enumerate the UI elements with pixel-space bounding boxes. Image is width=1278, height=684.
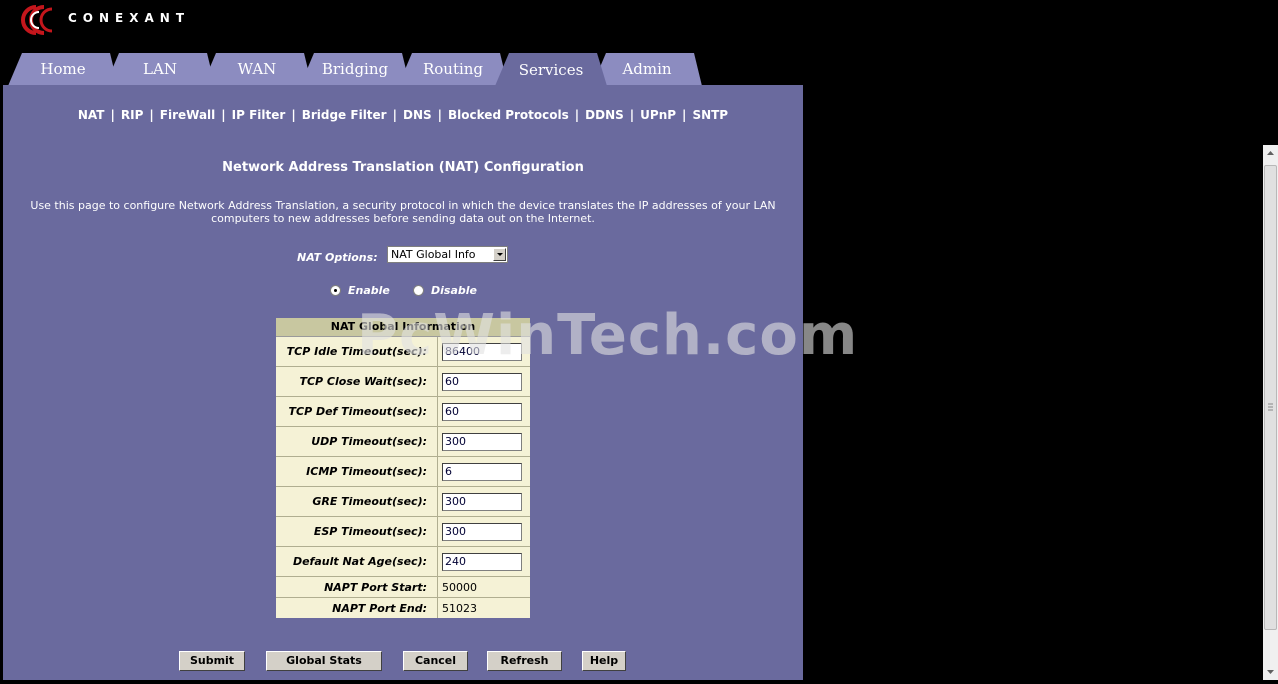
nat-options-select[interactable]: NAT Global Info <box>387 246 508 263</box>
subnav-blocked-protocols[interactable]: Blocked Protocols <box>448 108 569 122</box>
disable-radio-label: Disable <box>431 284 477 297</box>
table-row: NAPT Port Start: 50000 <box>276 577 530 598</box>
tcp-def-timeout-input[interactable] <box>442 402 522 421</box>
main-tab-bar: Home LAN WAN Bridging Routing Admin Serv… <box>0 52 803 86</box>
page-description: Use this page to configure Network Addre… <box>30 199 776 225</box>
subnav-separator: | <box>682 108 687 122</box>
tab-label: LAN <box>143 60 177 78</box>
scroll-down-arrow-icon <box>1267 670 1274 674</box>
subnav-nat[interactable]: NAT <box>78 108 105 122</box>
services-panel: NAT | RIP | FireWall | IP Filter | Bridge Filter… <box>3 85 803 680</box>
tab-wan[interactable]: WAN <box>202 52 312 86</box>
enable-radio[interactable] <box>330 285 341 296</box>
default-nat-age-input[interactable] <box>442 552 522 571</box>
table-row: GRE Timeout(sec): <box>276 487 530 517</box>
tcp-def-timeout-label: TCP Def Timeout(sec): <box>276 397 438 426</box>
napt-port-end-value: 51023 <box>442 601 477 615</box>
nat-options-label: NAT Options: <box>297 251 378 264</box>
gre-timeout-label: GRE Timeout(sec): <box>276 487 438 516</box>
table-row: NAPT Port End: 51023 <box>276 598 530 618</box>
subnav-separator: | <box>629 108 635 122</box>
napt-port-end-label: NAPT Port End: <box>276 598 438 618</box>
subnav-separator: | <box>221 108 226 122</box>
subnav-rip[interactable]: RIP <box>121 108 144 122</box>
subnav-ip-filter[interactable]: IP Filter <box>232 108 286 122</box>
scrollbar-thumb[interactable] <box>1264 165 1277 630</box>
table-row: TCP Idle Timeout(sec): <box>276 337 530 367</box>
tab-label: Bridging <box>321 60 389 78</box>
subnav-ddns[interactable]: DDNS <box>585 108 624 122</box>
subnav-separator: | <box>574 108 580 122</box>
conexant-logo: CONEXANT <box>6 4 236 36</box>
udp-timeout-input[interactable] <box>442 432 522 451</box>
table-row: UDP Timeout(sec): <box>276 427 530 457</box>
tab-label: Services <box>518 61 584 79</box>
cancel-button[interactable]: Cancel <box>403 651 468 671</box>
table-header: NAT Global Information <box>276 318 530 337</box>
subnav-bridge-filter[interactable]: Bridge Filter <box>302 108 387 122</box>
subnav-separator: | <box>291 108 296 122</box>
napt-port-start-label: NAPT Port Start: <box>276 577 438 597</box>
tab-label: Routing <box>422 60 484 78</box>
table-row: Default Nat Age(sec): <box>276 547 530 577</box>
dropdown-arrow-icon <box>493 248 506 261</box>
tab-label: Home <box>40 60 86 78</box>
logo-text: CONEXANT <box>68 11 191 25</box>
help-button[interactable]: Help <box>582 651 626 671</box>
udp-timeout-label: UDP Timeout(sec): <box>276 427 438 456</box>
subnav-separator: | <box>392 108 397 122</box>
tab-services[interactable]: Services <box>495 52 607 86</box>
scroll-up-button[interactable] <box>1263 145 1278 161</box>
subnav-firewall[interactable]: FireWall <box>160 108 216 122</box>
scroll-up-arrow-icon <box>1267 151 1274 155</box>
subnav-separator: | <box>437 108 443 122</box>
table-row: TCP Def Timeout(sec): <box>276 397 530 427</box>
disable-radio[interactable] <box>413 285 424 296</box>
subnav-separator: | <box>110 108 115 122</box>
table-row: ESP Timeout(sec): <box>276 517 530 547</box>
refresh-button[interactable]: Refresh <box>487 651 562 671</box>
esp-timeout-label: ESP Timeout(sec): <box>276 517 438 546</box>
nat-global-info-table: NAT Global Information TCP Idle Timeout(… <box>276 318 530 618</box>
page-title: Network Address Translation (NAT) Config… <box>222 160 584 175</box>
gre-timeout-input[interactable] <box>442 492 522 511</box>
submit-button[interactable]: Submit <box>179 651 245 671</box>
nat-options-selected-value: NAT Global Info <box>391 248 476 261</box>
global-stats-button[interactable]: Global Stats <box>266 651 382 671</box>
default-nat-age-label: Default Nat Age(sec): <box>276 547 438 576</box>
tab-admin[interactable]: Admin <box>592 52 702 86</box>
table-row: ICMP Timeout(sec): <box>276 457 530 487</box>
scroll-down-button[interactable] <box>1263 664 1278 680</box>
subnav-dns[interactable]: DNS <box>403 108 432 122</box>
grip-icon <box>1268 403 1273 411</box>
tcp-idle-timeout-input[interactable] <box>442 342 522 361</box>
conexant-logo-icon <box>21 5 53 35</box>
tcp-close-wait-label: TCP Close Wait(sec): <box>276 367 438 396</box>
subnav-upnp[interactable]: UPnP <box>640 108 676 122</box>
tab-label: WAN <box>237 60 277 78</box>
tab-label: Admin <box>622 60 672 78</box>
tab-routing[interactable]: Routing <box>398 52 508 86</box>
subnav-separator: | <box>149 108 154 122</box>
tab-lan[interactable]: LAN <box>105 52 215 86</box>
vertical-scrollbar[interactable] <box>1263 145 1278 680</box>
enable-radio-label: Enable <box>348 284 390 297</box>
tcp-idle-timeout-label: TCP Idle Timeout(sec): <box>276 337 438 366</box>
esp-timeout-input[interactable] <box>442 522 522 541</box>
icmp-timeout-label: ICMP Timeout(sec): <box>276 457 438 486</box>
tab-bridging[interactable]: Bridging <box>300 52 410 86</box>
table-row: TCP Close Wait(sec): <box>276 367 530 397</box>
icmp-timeout-input[interactable] <box>442 462 522 481</box>
tcp-close-wait-input[interactable] <box>442 372 522 391</box>
napt-port-start-value: 50000 <box>442 580 477 594</box>
services-subnav: NAT | RIP | FireWall | IP Filter | Bridge Filter… <box>3 108 803 122</box>
tab-home[interactable]: Home <box>8 52 118 86</box>
subnav-sntp[interactable]: SNTP <box>692 108 728 122</box>
